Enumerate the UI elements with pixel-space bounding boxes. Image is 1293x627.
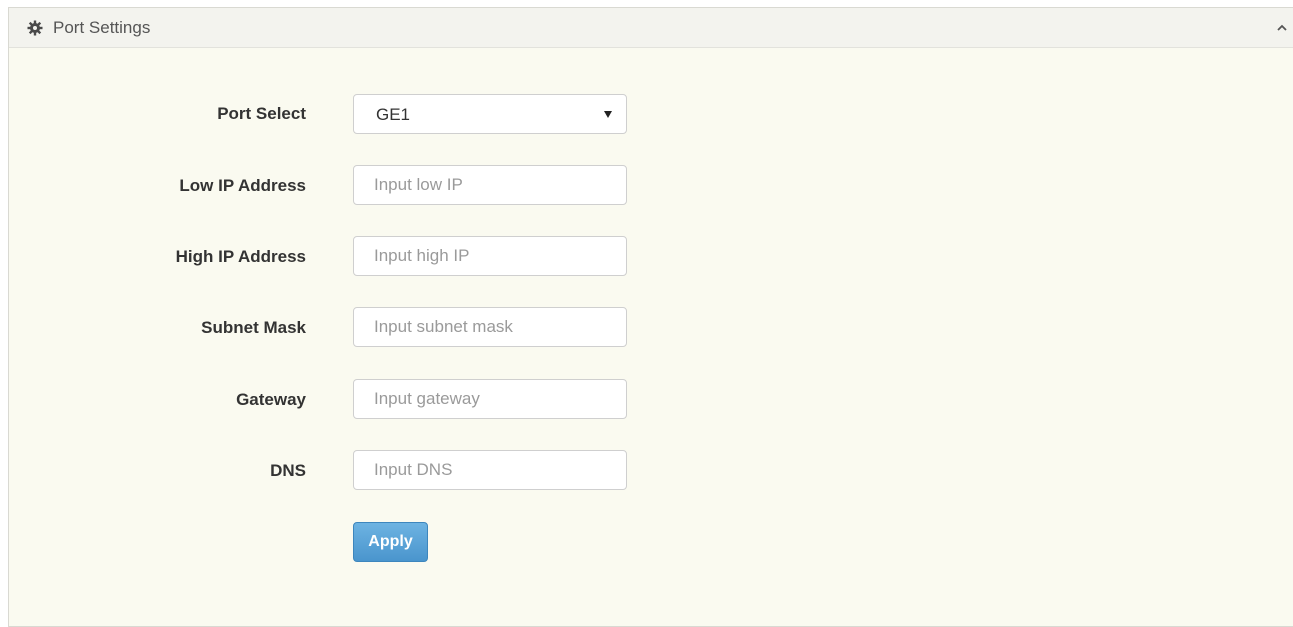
low-ip-label: Low IP Address <box>179 176 306 195</box>
panel-header: Port Settings <box>9 8 1293 48</box>
apply-button[interactable]: Apply <box>353 522 428 562</box>
gear-icon <box>27 20 43 36</box>
gateway-input[interactable] <box>353 379 627 419</box>
chevron-up-icon[interactable] <box>1275 22 1289 34</box>
low-ip-input[interactable] <box>353 165 627 205</box>
port-select-value: GE1 <box>376 105 411 124</box>
gateway-label: Gateway <box>236 390 306 409</box>
dns-input[interactable] <box>353 450 627 490</box>
port-select-dropdown[interactable]: GE1 <box>353 94 627 134</box>
port-select-label: Port Select <box>217 104 306 123</box>
panel-title: Port Settings <box>53 18 151 37</box>
port-settings-panel: Port Settings Port Select GE1 Low IP Add… <box>8 7 1293 627</box>
high-ip-input[interactable] <box>353 236 627 276</box>
dns-label: DNS <box>270 461 306 480</box>
subnet-mask-label: Subnet Mask <box>201 318 306 337</box>
high-ip-label: High IP Address <box>175 247 306 266</box>
subnet-mask-input[interactable] <box>353 307 627 347</box>
dropdown-arrow-icon <box>604 111 612 118</box>
